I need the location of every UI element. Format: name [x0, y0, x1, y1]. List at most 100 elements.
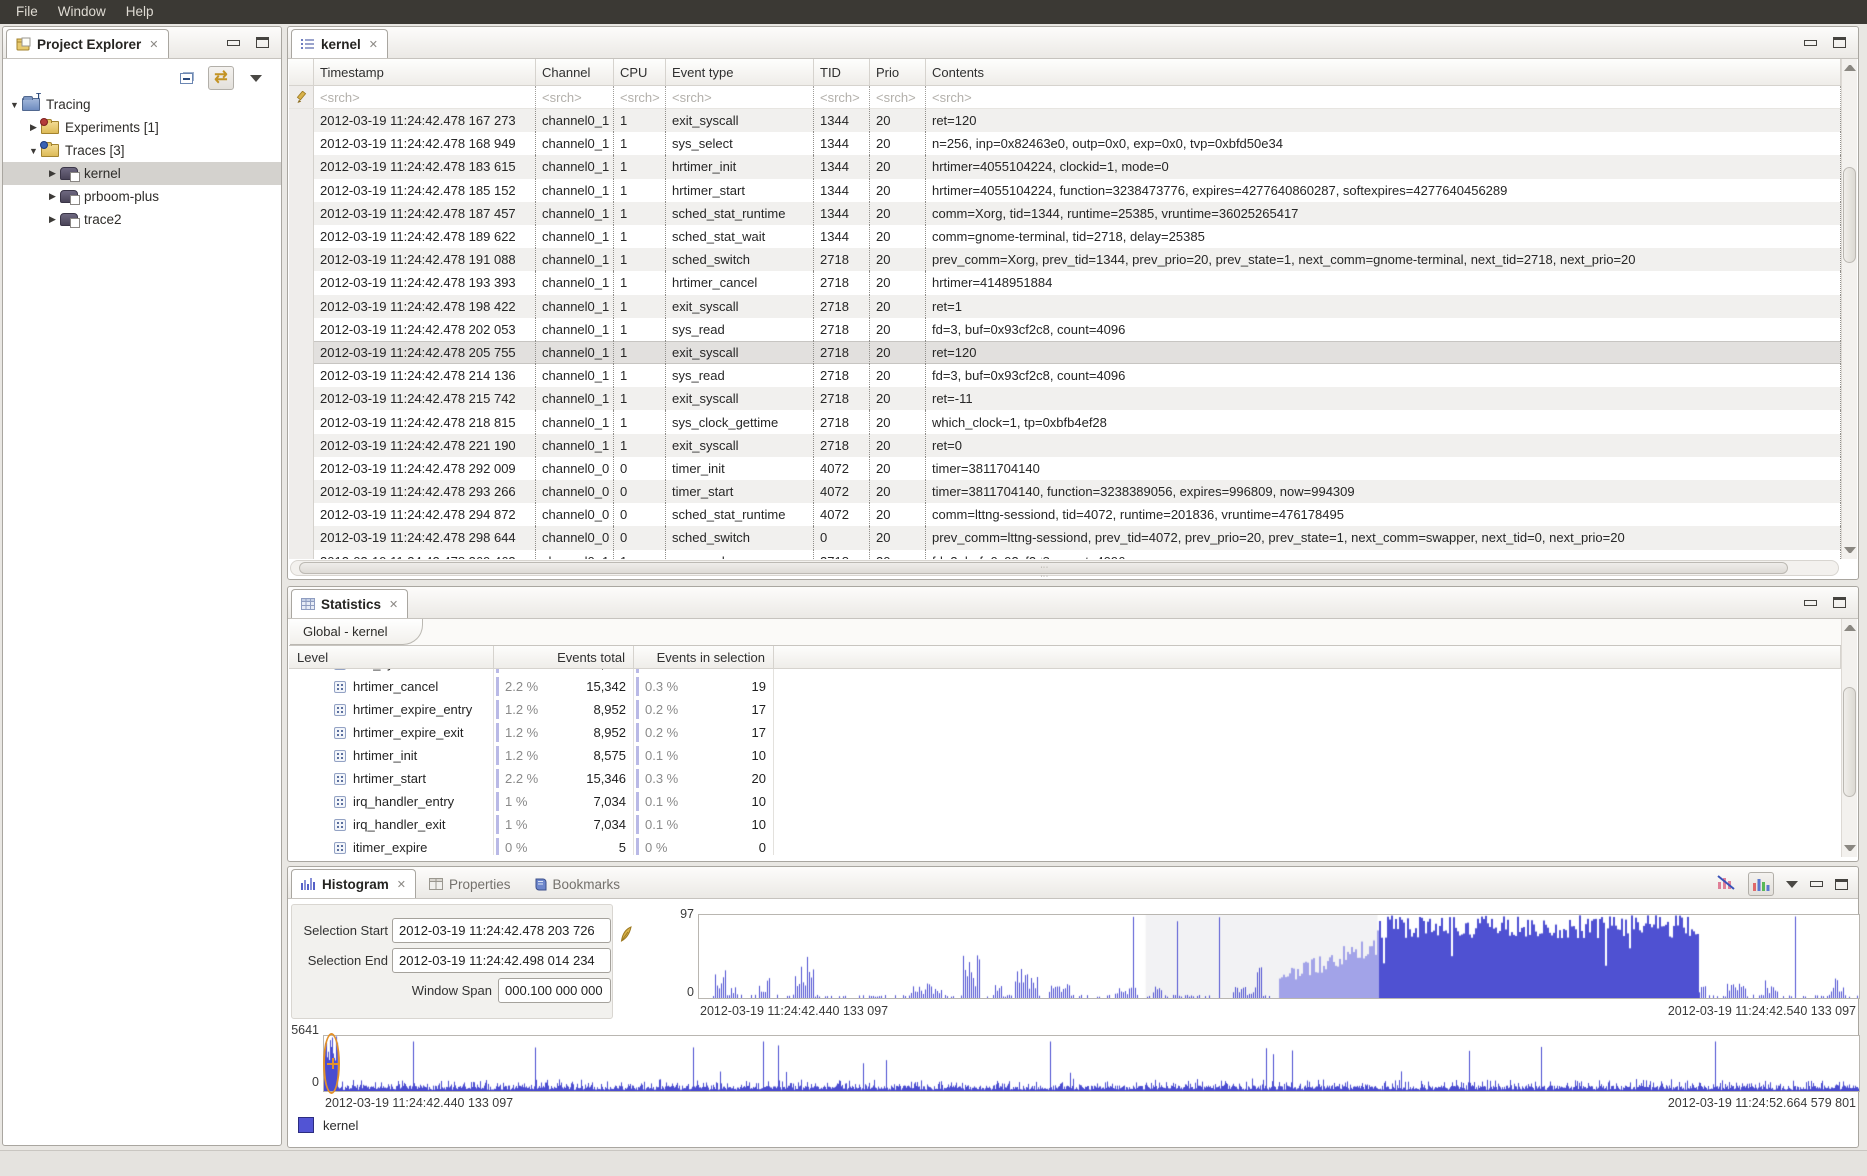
- search-input-channel[interactable]: <srch>: [536, 86, 614, 108]
- tree-item[interactable]: ▶ prboom-plus: [3, 185, 281, 208]
- tree-item[interactable]: ▶ Experiments [1]: [3, 116, 281, 139]
- event-table-row[interactable]: 2012-03-19 11:24:42.478 168 949 channel0…: [289, 132, 1841, 155]
- scroll-down-icon[interactable]: [1844, 547, 1856, 553]
- tree-item[interactable]: ▼ Tracing: [3, 93, 281, 116]
- close-icon[interactable]: ✕: [369, 38, 378, 51]
- column-header-contents[interactable]: Contents: [926, 59, 1841, 85]
- full-histogram[interactable]: [323, 1035, 1860, 1092]
- column-header-level[interactable]: Level: [289, 646, 494, 668]
- statistics-row[interactable]: irq_handler_entry 1 %7,034 0.1 %10: [289, 790, 1841, 813]
- collapse-all-button[interactable]: [173, 66, 199, 90]
- events-vertical-scrollbar[interactable]: [1841, 59, 1857, 559]
- tree-expander-icon[interactable]: ▶: [45, 168, 60, 179]
- maximize-icon[interactable]: [1835, 879, 1848, 890]
- tab-properties[interactable]: Properties: [419, 869, 521, 898]
- scroll-up-icon[interactable]: [1844, 65, 1856, 71]
- window-histogram-canvas[interactable]: [699, 915, 1859, 998]
- search-input-timestamp[interactable]: <srch>: [314, 86, 536, 108]
- search-input-prio[interactable]: <srch>: [870, 86, 926, 108]
- statistics-row[interactable]: irq_handler_exit 1 %7,034 0.1 %10: [289, 813, 1841, 836]
- column-header-prio[interactable]: Prio: [870, 59, 926, 85]
- window-span-input[interactable]: [498, 978, 611, 1003]
- maximize-icon[interactable]: [256, 37, 269, 48]
- event-table-row[interactable]: 2012-03-19 11:24:42.478 221 190 channel0…: [289, 434, 1841, 457]
- tree-expander-icon[interactable]: ▶: [26, 122, 41, 133]
- menu-item[interactable]: Help: [116, 0, 164, 24]
- minimize-icon[interactable]: [1810, 881, 1823, 887]
- column-header-event-type[interactable]: Event type: [666, 59, 814, 85]
- selection-end-input[interactable]: [392, 948, 611, 973]
- event-table-row[interactable]: 2012-03-19 11:24:42.478 293 266 channel0…: [289, 480, 1841, 503]
- column-header-events-total[interactable]: Events total: [494, 646, 634, 668]
- tree-expander-icon[interactable]: ▼: [7, 100, 22, 110]
- show-traces-button[interactable]: [1748, 872, 1774, 896]
- close-icon[interactable]: ✕: [149, 38, 158, 51]
- view-menu-chevron-icon[interactable]: [1786, 881, 1798, 888]
- event-table-row[interactable]: 2012-03-19 11:24:42.478 191 088 channel0…: [289, 248, 1841, 271]
- column-header-channel[interactable]: Channel: [536, 59, 614, 85]
- statistics-row[interactable]: hrtimer_init 1.2 %8,575 0.1 %10: [289, 744, 1841, 767]
- maximize-icon[interactable]: [1833, 597, 1846, 608]
- scrollbar-thumb[interactable]: [299, 562, 1788, 574]
- event-table-row[interactable]: 2012-03-19 11:24:42.478 292 009 channel0…: [289, 457, 1841, 480]
- event-table-row[interactable]: 2012-03-19 11:24:42.478 298 644 channel0…: [289, 526, 1841, 549]
- event-table-row[interactable]: 2012-03-19 11:24:42.478 202 053 channel0…: [289, 318, 1841, 341]
- search-input-cpu[interactable]: <srch>: [614, 86, 666, 108]
- close-icon[interactable]: ✕: [397, 878, 406, 891]
- event-table-row[interactable]: 2012-03-19 11:24:42.478 214 136 channel0…: [289, 364, 1841, 387]
- tree-expander-icon[interactable]: ▶: [45, 214, 60, 225]
- view-menu-button[interactable]: [243, 66, 269, 90]
- search-input-event-type[interactable]: <srch>: [666, 86, 814, 108]
- event-table-row[interactable]: 2012-03-19 11:24:42.478 193 393 channel0…: [289, 271, 1841, 294]
- search-input-contents[interactable]: <srch>: [926, 86, 1841, 108]
- event-table-row[interactable]: 2012-03-19 11:24:42.478 189 622 channel0…: [289, 225, 1841, 248]
- event-table-row[interactable]: 2012-03-19 11:24:42.478 205 755 channel0…: [289, 341, 1841, 364]
- full-histogram-canvas[interactable]: [324, 1036, 1859, 1091]
- statistics-row[interactable]: hrtimer_expire_entry 1.2 %8,952 0.2 %17: [289, 698, 1841, 721]
- event-table-row[interactable]: 2012-03-19 11:24:42.478 218 815 channel0…: [289, 410, 1841, 433]
- minimize-icon[interactable]: [227, 40, 240, 46]
- tab-global-kernel[interactable]: Global - kernel: [290, 619, 423, 645]
- tab-bookmarks[interactable]: Bookmarks: [524, 869, 631, 898]
- statistics-row[interactable]: hrtimer_expire_exit 1.2 %8,952 0.2 %17: [289, 721, 1841, 744]
- tab-histogram[interactable]: Histogram ✕: [291, 869, 416, 898]
- column-header-cpu[interactable]: CPU: [614, 59, 666, 85]
- hide-lost-events-button[interactable]: [1717, 874, 1736, 895]
- events-horizontal-scrollbar[interactable]: [290, 560, 1839, 576]
- event-table-row[interactable]: 2012-03-19 11:24:42.478 185 152 channel0…: [289, 179, 1841, 202]
- tree-item[interactable]: ▼ Traces [3]: [3, 139, 281, 162]
- menu-item[interactable]: Window: [48, 0, 116, 24]
- column-header-timestamp[interactable]: Timestamp: [314, 59, 536, 85]
- event-table-row[interactable]: 2012-03-19 11:24:42.478 187 457 channel0…: [289, 202, 1841, 225]
- selection-start-input[interactable]: [392, 918, 611, 943]
- event-table-row[interactable]: 2012-03-19 11:24:42.478 294 872 channel0…: [289, 503, 1841, 526]
- tab-project-explorer[interactable]: Project Explorer ✕: [6, 29, 169, 58]
- scroll-down-icon[interactable]: [1844, 845, 1856, 851]
- search-input-tid[interactable]: <srch>: [814, 86, 870, 108]
- close-icon[interactable]: ✕: [389, 598, 398, 611]
- window-histogram[interactable]: [698, 914, 1860, 999]
- event-table-row[interactable]: 2012-03-19 11:24:42.478 167 273 channel0…: [289, 109, 1841, 132]
- scroll-up-icon[interactable]: [1844, 625, 1856, 631]
- column-header-events-in-selection[interactable]: Events in selection: [634, 646, 774, 668]
- tree-expander-icon[interactable]: ▶: [45, 191, 60, 202]
- link-with-editor-button[interactable]: ⇄: [208, 66, 234, 90]
- minimize-icon[interactable]: [1804, 600, 1817, 606]
- statistics-row[interactable]: hrtimer_cancel 2.2 %15,342 0.3 %19: [289, 675, 1841, 698]
- scrollbar-thumb[interactable]: [1843, 167, 1856, 263]
- minimize-icon[interactable]: [1804, 40, 1817, 46]
- event-table-row[interactable]: 2012-03-19 11:24:42.478 198 422 channel0…: [289, 295, 1841, 318]
- event-table-row[interactable]: 2012-03-19 11:24:42.478 369 463 channel0…: [289, 550, 1841, 559]
- tab-statistics[interactable]: Statistics ✕: [291, 589, 408, 618]
- maximize-icon[interactable]: [1833, 37, 1846, 48]
- statistics-row[interactable]: itimer_expire 0 %5 0 %0: [289, 836, 1841, 855]
- event-table-row[interactable]: 2012-03-19 11:24:42.478 215 742 channel0…: [289, 387, 1841, 410]
- event-table-row[interactable]: 2012-03-19 11:24:42.478 183 615 channel0…: [289, 155, 1841, 178]
- statistics-vertical-scrollbar[interactable]: [1841, 619, 1857, 857]
- tab-kernel-events[interactable]: kernel ✕: [291, 29, 388, 58]
- menu-item[interactable]: File: [6, 0, 48, 24]
- statistics-row[interactable]: hrtimer_start 2.2 %15,346 0.3 %20: [289, 767, 1841, 790]
- tree-item[interactable]: ▶ trace2: [3, 208, 281, 231]
- tree-expander-icon[interactable]: ▼: [26, 146, 41, 156]
- column-header-tid[interactable]: TID: [814, 59, 870, 85]
